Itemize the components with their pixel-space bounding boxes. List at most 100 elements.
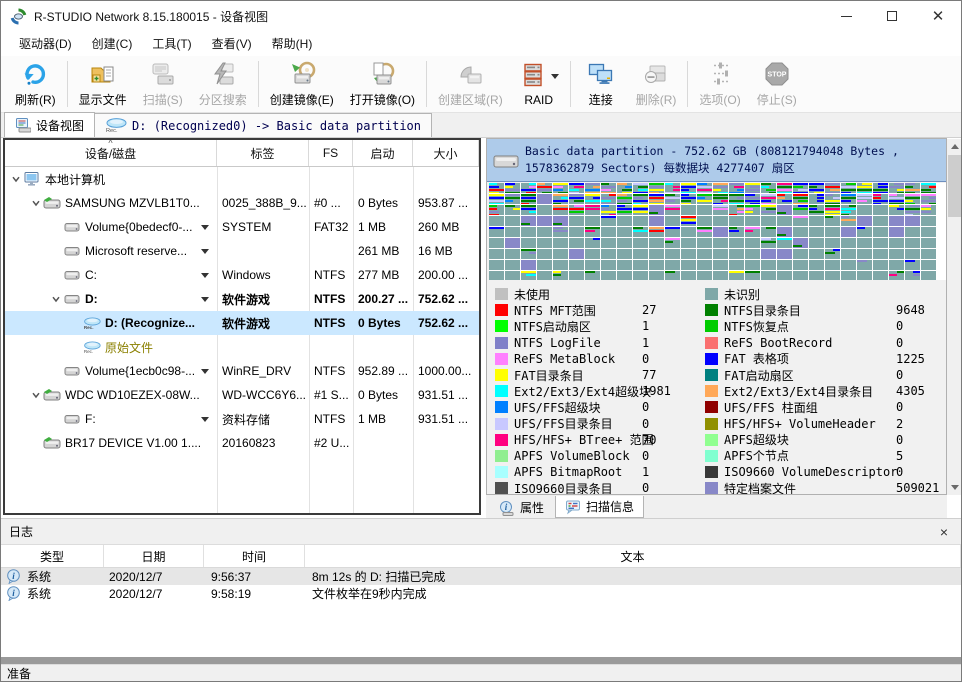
log-column-header-4[interactable]: 文本 [305, 545, 961, 567]
label-cell [217, 335, 309, 359]
toolbar-button-open-image[interactable]: 打开镜像(O) [342, 58, 423, 110]
map-stripe [833, 249, 841, 251]
tree-row[interactable]: SAMSUNG MZVLB1T0...0025_388B_9...#0 ...0… [5, 191, 479, 215]
dropdown-arrow-icon[interactable] [551, 74, 559, 79]
map-block [713, 260, 728, 270]
toolbar-button-label: 创建镜像(E) [270, 91, 334, 108]
map-block [745, 216, 760, 226]
map-block [793, 238, 808, 248]
map-block [857, 271, 872, 280]
map-block [601, 183, 616, 193]
tree-row[interactable]: 本地计算机 [5, 167, 479, 191]
volume-dropdown-arrow-icon[interactable] [201, 297, 209, 302]
tree-expander-icon[interactable] [9, 174, 23, 184]
toolbar-button-refresh[interactable]: 刷新(R) [7, 58, 64, 110]
map-stripe [601, 197, 616, 199]
column-header-3[interactable]: FS [309, 140, 353, 166]
map-block [745, 271, 760, 280]
map-stripe [793, 197, 808, 199]
tree-row[interactable]: Microsoft reserve...261 MB16 MB [5, 239, 479, 263]
log-column-header-3[interactable]: 时间 [204, 545, 305, 567]
scrollbar-thumb[interactable] [948, 155, 961, 217]
map-block [825, 194, 840, 204]
map-stripe [905, 192, 915, 193]
log-row[interactable]: i系统2020/12/79:58:19文件枚举在9秒内完成 [1, 585, 961, 602]
tree-row[interactable]: Rec.原始文件 [5, 335, 479, 359]
legend-label: ISO9660 VolumeDescriptor [724, 465, 896, 479]
tree-row[interactable]: Volume{0bedecf0-...SYSTEMFAT321 MB260 MB [5, 215, 479, 239]
map-stripe [601, 200, 611, 202]
legend-item: ISO9660 VolumeDescriptor0 [705, 464, 945, 480]
map-stripe [793, 186, 803, 188]
volume-dropdown-arrow-icon[interactable] [201, 369, 209, 374]
volume-dropdown-arrow-icon[interactable] [201, 225, 209, 230]
tree-row[interactable]: C:WindowsNTFS277 MB200.00 ... [5, 263, 479, 287]
partition-tab-1[interactable]: i属性 [490, 497, 553, 518]
map-block [825, 183, 840, 193]
tree-row[interactable]: F:资料存储NTFS1 MB931.51 ... [5, 407, 479, 431]
legend-label: ReFS BootRecord [724, 336, 896, 350]
legend-color-swatch [495, 418, 508, 430]
log-close-button[interactable]: × [935, 524, 953, 540]
legend-count: 2 [896, 417, 903, 431]
tree-row[interactable]: Volume{1ecb0c98-...WinRE_DRVNTFS952.89 .… [5, 359, 479, 383]
map-stripe [585, 200, 600, 202]
tree-expander-icon[interactable] [49, 294, 63, 304]
menu-item-4[interactable]: 查看(V) [202, 32, 262, 55]
column-header-1[interactable]: 设备/磁盘^ [5, 140, 217, 166]
map-stripe [489, 203, 504, 204]
scan-info-icon [565, 499, 581, 515]
map-block [777, 194, 792, 204]
partition-tab-2[interactable]: 扫描信息 [555, 496, 644, 518]
maximize-button[interactable] [869, 1, 915, 31]
column-header-4[interactable]: 启动 [353, 140, 413, 166]
right-panel-scrollbar[interactable] [947, 139, 962, 495]
log-column-header-2[interactable]: 日期 [104, 545, 204, 567]
toolbar-button-create-image[interactable]: 创建镜像(E) [262, 58, 342, 110]
map-stripe [897, 192, 905, 193]
menu-item-2[interactable]: 创建(C) [82, 32, 143, 55]
scroll-up-button[interactable] [947, 139, 962, 154]
legend-label: NTFS目录条目 [724, 302, 896, 319]
map-stripe [862, 183, 872, 185]
map-block [729, 260, 744, 270]
tree-row[interactable]: WDC WD10EZEX-08W...WD-WCC6Y6...#1 S...0 … [5, 383, 479, 407]
log-column-header-1[interactable]: 类型 [1, 545, 104, 567]
column-header-2[interactable]: 标签 [217, 140, 309, 166]
volume-dropdown-arrow-icon[interactable] [201, 273, 209, 278]
map-stripe [745, 211, 753, 213]
legend-item: APFS个节点5 [705, 448, 945, 464]
tree-row[interactable]: BR17 DEVICE V1.00 1....20160823#2 U... [5, 431, 479, 455]
bottom-splitter[interactable] [1, 657, 961, 664]
map-block [665, 227, 680, 237]
map-block [633, 260, 648, 270]
menu-item-5[interactable]: 帮助(H) [262, 32, 323, 55]
menu-item-3[interactable]: 工具(T) [142, 32, 201, 55]
legend-item: FAT 表格项1225 [705, 351, 945, 367]
map-block [553, 249, 568, 259]
tree-expander-icon[interactable] [29, 390, 43, 400]
view-tab-2[interactable]: Rec.D: (Recognized0) -> Basic data parti… [94, 113, 432, 137]
map-stripe [553, 186, 563, 188]
map-stripe [617, 211, 632, 213]
volume-dropdown-arrow-icon[interactable] [201, 417, 209, 422]
toolbar-button-connect[interactable]: 连接 [574, 58, 628, 110]
tree-row[interactable]: Rec.D: (Recognize...软件游戏NTFS0 Bytes752.6… [5, 311, 479, 335]
map-block [617, 216, 632, 226]
volume-dropdown-arrow-icon[interactable] [201, 249, 209, 254]
toolbar-button-raid[interactable]: RAID [511, 58, 567, 110]
column-header-5[interactable]: 大小 [413, 140, 479, 166]
minimize-button[interactable] [823, 1, 869, 31]
map-block [809, 205, 824, 215]
log-row[interactable]: i系统2020/12/79:56:378m 12s 的 D: 扫描已完成 [1, 568, 961, 585]
map-block [505, 227, 520, 237]
tree-expander-icon[interactable] [29, 198, 43, 208]
menu-item-1[interactable]: 驱动器(D) [9, 32, 82, 55]
scroll-down-button[interactable] [947, 480, 962, 495]
view-tab-1[interactable]: 设备视图 [4, 112, 95, 137]
close-button[interactable]: ✕ [915, 1, 961, 31]
map-block [889, 238, 904, 248]
toolbar-button-show-files[interactable]: 显示文件 [71, 58, 135, 110]
map-stripe [713, 186, 728, 188]
tree-row[interactable]: D:软件游戏NTFS200.27 ...752.62 ... [5, 287, 479, 311]
